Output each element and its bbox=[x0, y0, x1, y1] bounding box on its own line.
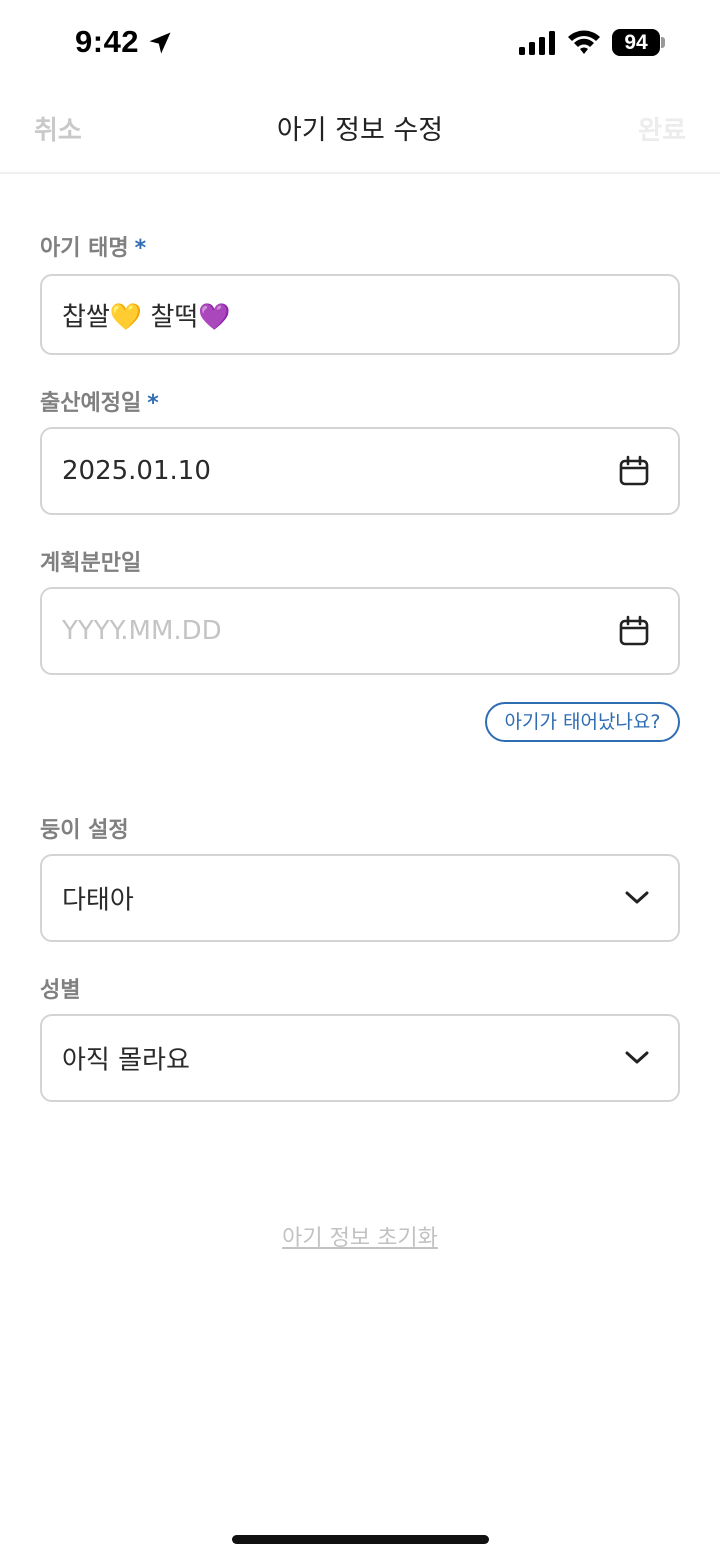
reset-baby-info-link[interactable]: 아기 정보 초기화 bbox=[0, 1220, 720, 1252]
twin-setting-select[interactable]: 다태아 bbox=[40, 854, 680, 942]
status-bar: 9:42 94 bbox=[0, 0, 720, 86]
calendar-icon[interactable] bbox=[618, 615, 650, 647]
due-date-value: 2025.01.10 bbox=[62, 456, 211, 486]
gender-value: 아직 몰라요 bbox=[62, 1045, 190, 1076]
done-button[interactable]: 완료 bbox=[638, 110, 686, 147]
baby-name-value: 찹쌀💛 찰떡💜 bbox=[62, 302, 231, 332]
baby-name-label-text: 아기 태명 bbox=[40, 236, 129, 261]
cellular-signal-icon bbox=[519, 31, 555, 55]
calendar-icon[interactable] bbox=[618, 455, 650, 487]
page-title: 아기 정보 수정 bbox=[276, 115, 444, 146]
chevron-down-icon bbox=[625, 891, 649, 904]
home-indicator bbox=[232, 1535, 489, 1544]
planned-delivery-field[interactable]: YYYY.MM.DD bbox=[40, 587, 680, 675]
twin-setting-label: 둥이 설정 bbox=[40, 818, 129, 843]
baby-born-button[interactable]: 아기가 태어났나요? bbox=[485, 702, 680, 742]
required-mark: * bbox=[134, 236, 147, 261]
wifi-icon bbox=[568, 30, 600, 54]
battery-cap bbox=[661, 37, 665, 48]
location-arrow-icon bbox=[149, 32, 171, 54]
due-date-label: 출산예정일 * bbox=[40, 385, 159, 417]
screen: 9:42 94 취소 아기 정보 수정 완료 아기 태명 * 찹쌀💛 찰떡💜 출산… bbox=[0, 0, 720, 1557]
gender-select[interactable]: 아직 몰라요 bbox=[40, 1014, 680, 1102]
nav-bar: 취소 아기 정보 수정 완료 bbox=[0, 86, 720, 174]
status-time: 9:42 bbox=[75, 24, 140, 59]
planned-delivery-label: 계획분만일 bbox=[40, 551, 142, 576]
battery-indicator: 94 bbox=[612, 29, 660, 56]
due-date-field[interactable]: 2025.01.10 bbox=[40, 427, 680, 515]
chevron-down-icon bbox=[625, 1051, 649, 1064]
due-date-label-text: 출산예정일 bbox=[40, 391, 142, 416]
twin-setting-value: 다태아 bbox=[62, 885, 134, 916]
planned-delivery-placeholder: YYYY.MM.DD bbox=[62, 616, 222, 646]
baby-name-input[interactable]: 찹쌀💛 찰떡💜 bbox=[40, 274, 680, 355]
gender-label: 성별 bbox=[40, 978, 81, 1003]
required-mark: * bbox=[147, 391, 159, 416]
baby-name-label: 아기 태명 * bbox=[40, 230, 146, 262]
